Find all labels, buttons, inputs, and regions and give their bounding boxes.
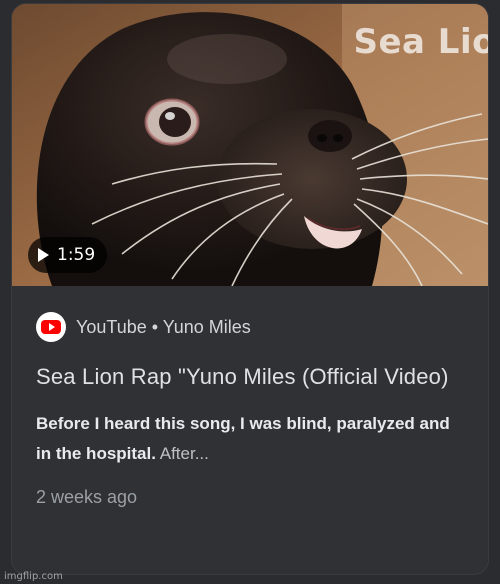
- youtube-icon: [36, 312, 66, 342]
- thumbnail-overlay-text: Sea Lio: [353, 22, 488, 62]
- snippet-bold: Before I heard this song, I was blind, p…: [36, 414, 450, 463]
- video-info: YouTube • Yuno Miles Sea Lion Rap "Yuno …: [12, 286, 488, 508]
- duration-badge: 1:59: [28, 237, 108, 273]
- duration-text: 1:59: [57, 245, 96, 265]
- source-row[interactable]: YouTube • Yuno Miles: [36, 312, 464, 342]
- publish-date: 2 weeks ago: [36, 487, 138, 507]
- youtube-logo-red: [41, 320, 61, 334]
- video-thumbnail[interactable]: Sea Lio 1:59: [12, 4, 488, 286]
- source-label: YouTube • Yuno Miles: [76, 316, 251, 337]
- video-title[interactable]: Sea Lion Rap "Yuno Miles (Official Video…: [36, 360, 464, 393]
- snippet-rest: After...: [155, 444, 209, 463]
- page: Sea Lio 1:59 YouTube • Yuno Miles Sea Li…: [0, 0, 500, 584]
- imgflip-watermark: imgflip.com: [4, 571, 63, 582]
- youtube-play-triangle: [48, 323, 55, 331]
- video-snippet: Before I heard this song, I was blind, p…: [36, 409, 464, 469]
- play-icon: [38, 248, 49, 262]
- video-result-card[interactable]: Sea Lio 1:59 YouTube • Yuno Miles Sea Li…: [12, 4, 488, 574]
